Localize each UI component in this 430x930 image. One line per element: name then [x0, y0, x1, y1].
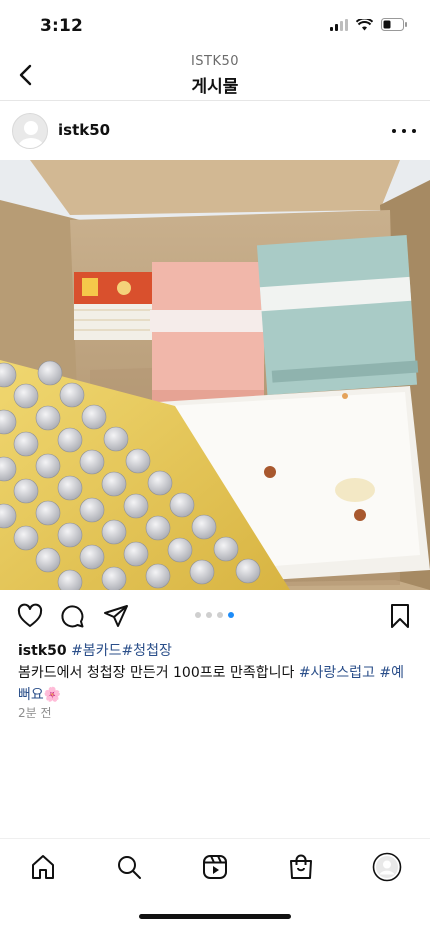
post-photo[interactable] [0, 160, 430, 590]
carousel-indicator [195, 612, 234, 618]
home-indicator[interactable] [139, 914, 291, 919]
avatar-placeholder-icon [18, 121, 44, 148]
search-icon [118, 856, 141, 879]
more-horizontal-icon [392, 129, 396, 133]
post-timestamp: 2분 전 [18, 706, 52, 720]
avatar[interactable] [12, 113, 48, 149]
share-button[interactable] [102, 602, 130, 630]
tab-shop[interactable] [285, 851, 317, 883]
comment-icon [61, 605, 84, 628]
status-icons [330, 18, 408, 31]
header-account-id: ISTK50 [190, 54, 240, 69]
caption-text: 봄카드에서 청첩장 만든거 100프로 만족합니다 [18, 665, 299, 681]
hashtag[interactable]: #봄카드 [71, 643, 121, 659]
profile-icon [372, 852, 402, 882]
like-button[interactable] [16, 602, 44, 630]
battery-icon [381, 18, 407, 31]
home-icon [32, 855, 54, 879]
caption-username[interactable]: istk50 [18, 643, 67, 659]
more-options-button[interactable] [392, 122, 416, 140]
post-photo-illustration [0, 160, 430, 590]
save-button[interactable] [386, 602, 414, 630]
wifi-icon [356, 18, 373, 30]
status-bar: 3:12 [0, 0, 430, 52]
header-divider [0, 100, 430, 101]
tab-search[interactable] [113, 851, 145, 883]
reels-icon [203, 855, 227, 879]
post-action-bar [0, 598, 430, 634]
signal-icon [330, 18, 348, 31]
post-username[interactable]: istk50 [58, 121, 110, 139]
carousel-dot [206, 612, 212, 618]
bookmark-icon [391, 604, 409, 628]
tab-reels[interactable] [199, 851, 231, 883]
comment-button[interactable] [58, 602, 86, 630]
post-header: istk50 [0, 108, 430, 154]
tab-home[interactable] [27, 851, 59, 883]
tab-profile[interactable] [371, 851, 403, 883]
carousel-dot [195, 612, 201, 618]
send-icon [104, 605, 128, 627]
carousel-dot [217, 612, 223, 618]
page-title: 게시물 [191, 77, 239, 97]
bottom-nav [0, 838, 430, 896]
cherry-blossom-emoji: 🌸 [43, 687, 62, 703]
hashtag[interactable]: #청첩장 [121, 643, 171, 659]
carousel-dot-active [228, 612, 234, 618]
post-caption: istk50 #봄카드#청첩장 봄카드에서 청첩장 만든거 100프로 만족합니… [18, 640, 414, 706]
status-time: 3:12 [40, 16, 84, 36]
nav-header: ISTK50 게시물 [0, 52, 430, 100]
shop-icon [290, 854, 312, 879]
hashtag[interactable]: #사랑스럽고 [299, 665, 375, 681]
heart-icon [17, 603, 43, 627]
